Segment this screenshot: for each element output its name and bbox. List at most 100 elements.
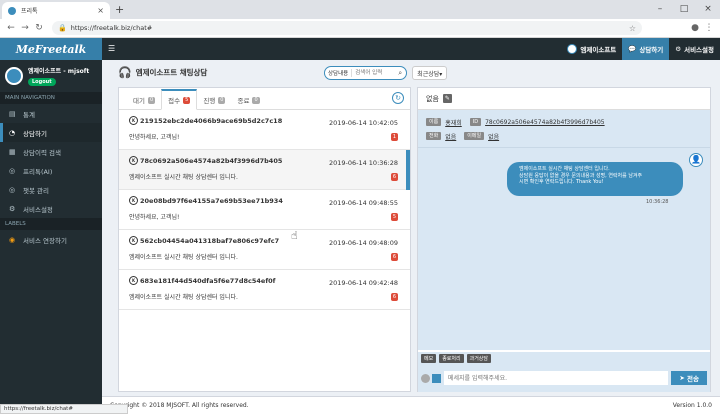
search-box: 상담내용 ⌕: [324, 66, 408, 80]
new-tab-button[interactable]: +: [115, 3, 124, 16]
sidebar-item-history[interactable]: ▦ 상담이력 검색: [0, 142, 102, 161]
favicon-icon: [8, 6, 16, 15]
consult-button[interactable]: 💬 상담하기: [622, 38, 670, 60]
sidebar-item-label: 통계: [23, 110, 35, 119]
consult-list: K 219152ebc2de4066b9ace69b5d2c7c18 2019-0…: [119, 110, 410, 390]
search-input[interactable]: [352, 67, 395, 79]
list-item[interactable]: K 219152ebc2de4066b9ace69b5d2c7c18 2019-0…: [119, 110, 410, 150]
kakao-icon: K: [129, 196, 138, 205]
item-date: 2019-06-14 10:42:05: [328, 119, 398, 127]
phone-label: 전화: [426, 132, 442, 140]
tab-waiting[interactable]: 대기 0: [127, 91, 161, 109]
main-nav-header: MAIN NAVIGATION: [0, 92, 102, 104]
chat-bubble: 엠제이소프트 실시간 채팅 상담센터 입니다. 상담원 응답이 없을 경우 문의…: [507, 162, 683, 196]
email-label: 이메일: [464, 132, 485, 140]
refresh-icon[interactable]: ↻: [392, 92, 404, 104]
send-label: 전송: [687, 375, 699, 383]
search-type-select[interactable]: 상담내용: [325, 69, 353, 77]
chat-icon: ◔: [9, 128, 16, 137]
sidebar-item-consult[interactable]: ◔ 상담하기: [0, 123, 102, 142]
item-date: 2019-06-14 09:42:48: [328, 279, 398, 287]
sidebar-item-extend[interactable]: ◉ 서비스 연장하기: [0, 230, 102, 249]
app-logo[interactable]: MeFreetalk: [0, 38, 102, 60]
id-value[interactable]: 78c0692a506e4574a82b4f3996d7b405: [485, 119, 605, 126]
browser-toolbar: ← → ↻ 🔒 https://freetalk.biz/chat# ☆ ● ⋮: [0, 19, 720, 38]
window-controls: – □ ×: [648, 0, 720, 19]
maximize-icon[interactable]: □: [672, 0, 696, 19]
item-id: 78c0692a506e4574a82b4f3996d7b405: [140, 156, 283, 165]
tab-progress[interactable]: 진행 0: [197, 91, 231, 109]
minimize-icon[interactable]: –: [648, 0, 672, 19]
close-consult-button[interactable]: 종료처리: [439, 353, 464, 363]
reload-icon[interactable]: ↻: [32, 23, 46, 33]
version-text: Version 1.0.0: [672, 402, 712, 409]
tab-closed[interactable]: 종료 0: [231, 91, 265, 109]
settings-button[interactable]: ⚙ 서비스설정: [669, 38, 720, 60]
item-id: 683e181f44d540dfa5f6e77d8c54ef0f: [140, 276, 276, 285]
sidebar-toggle-icon[interactable]: ☰: [108, 44, 115, 53]
app-header: MeFreetalk ☰ 엠제이소프트 💬 상담하기 ⚙ 서비스설정: [0, 38, 720, 60]
avatar: [5, 67, 23, 85]
item-count-badge: 1: [390, 133, 398, 141]
forward-icon[interactable]: →: [18, 23, 32, 33]
browser-tab-title: 프리톡: [21, 8, 38, 15]
sidebar-item-ai[interactable]: ◎ 프리톡(AI): [0, 161, 102, 180]
page-title: 🎧 엠제이소프트 채팅상담: [118, 66, 207, 79]
close-tab-icon[interactable]: ×: [97, 6, 104, 15]
profile-icon[interactable]: ●: [688, 23, 702, 33]
consult-list-panel: 대기 0 접수 5 진행 0 종료 0 ↻ K 219152ebc2de4066b9ace…: [118, 87, 411, 392]
sidebar-item-stats[interactable]: ▤ 통계: [0, 104, 102, 123]
header-user-name: 엠제이소프트: [580, 46, 617, 54]
phone-value[interactable]: 없음: [445, 132, 456, 141]
status-bar-url: https://freetalk.biz/chat#: [0, 404, 128, 414]
item-id: 219152ebc2de4066b9ace69b5d2c7c18: [140, 116, 283, 125]
emoji-icon[interactable]: [421, 373, 430, 383]
close-window-icon[interactable]: ×: [696, 0, 720, 19]
bookmark-star-icon[interactable]: ☆: [629, 24, 636, 33]
header-user[interactable]: 엠제이소프트: [561, 38, 622, 60]
address-bar[interactable]: 🔒 https://freetalk.biz/chat# ☆: [52, 21, 642, 35]
consult-label: 상담하기: [639, 46, 664, 54]
tab-received[interactable]: 접수 5: [161, 89, 198, 110]
search-icon[interactable]: ⌕: [394, 69, 406, 78]
bubble-time: 10:36:28: [646, 199, 669, 205]
message-input[interactable]: [444, 371, 669, 385]
recent-consult-dropdown[interactable]: 최근상담▾: [412, 66, 448, 80]
image-attach-icon[interactable]: [432, 373, 441, 383]
browser-tab[interactable]: 프리톡 ×: [2, 2, 110, 19]
item-count-badge: 6: [390, 173, 398, 181]
send-button[interactable]: ➤ 전송: [671, 371, 707, 385]
chat-header-text: 없음: [426, 94, 439, 103]
email-value[interactable]: 없음: [488, 132, 499, 141]
headset-icon: 🎧: [118, 66, 132, 79]
memo-button[interactable]: 메모: [421, 353, 437, 363]
sidebar-item-label: 상담이력 검색: [23, 148, 61, 157]
menu-dots-icon[interactable]: ⋮: [702, 23, 716, 33]
sidebar-item-label: 프리톡(AI): [23, 167, 53, 176]
item-count-badge: 6: [390, 253, 398, 261]
back-icon[interactable]: ←: [4, 23, 18, 33]
edit-icon[interactable]: ✎: [442, 94, 452, 103]
item-id: 562cb04454a041318baf7e806c97efc7: [140, 236, 280, 245]
name-value[interactable]: 홍재희: [445, 118, 462, 127]
list-item[interactable]: K 683e181f44d540dfa5f6e77d8c54ef0f 2019-0…: [119, 270, 410, 310]
customer-info: 이름 홍재희 ID 78c0692a506e4574a82b4f3996d7b4…: [418, 110, 710, 147]
tab-count-badge: 5: [183, 96, 191, 104]
history-icon: ▦: [9, 147, 16, 156]
address-url: https://freetalk.biz/chat#: [70, 24, 153, 32]
list-item[interactable]: K 562cb04454a041318baf7e806c97efc7 2019-0…: [119, 230, 410, 270]
sidebar-item-label: 서비스설정: [23, 205, 53, 214]
logout-button[interactable]: Logout: [28, 78, 56, 86]
sidebar-item-settings[interactable]: ⚙ 서비스설정: [0, 199, 102, 218]
list-item[interactable]: K 20e08bd97f6e4155a7e69b53ee71b934 2019-0…: [119, 190, 410, 230]
copyright-text: Copyright © 2018 MJSOFT. All rights rese…: [110, 402, 249, 409]
sidebar-item-chatbot[interactable]: ◎ 챗봇 관리: [0, 180, 102, 199]
list-item[interactable]: K 78c0692a506e4574a82b4f3996d7b405 2019-0…: [119, 150, 410, 190]
stats-icon: ▤: [9, 109, 16, 118]
main-content: 🎧 엠제이소프트 채팅상담 상담내용 ⌕ 최근상담▾ 대기0 접수5 진행0 종…: [102, 60, 720, 404]
item-message: 엠제이소프트 실시간 채팅 상담센터 입니다.: [129, 254, 238, 261]
settings-label: 서비스설정: [684, 46, 714, 54]
item-count-badge: 5: [390, 213, 398, 221]
past-consult-button[interactable]: 과거상담: [466, 353, 492, 363]
kakao-icon: K: [129, 236, 138, 245]
